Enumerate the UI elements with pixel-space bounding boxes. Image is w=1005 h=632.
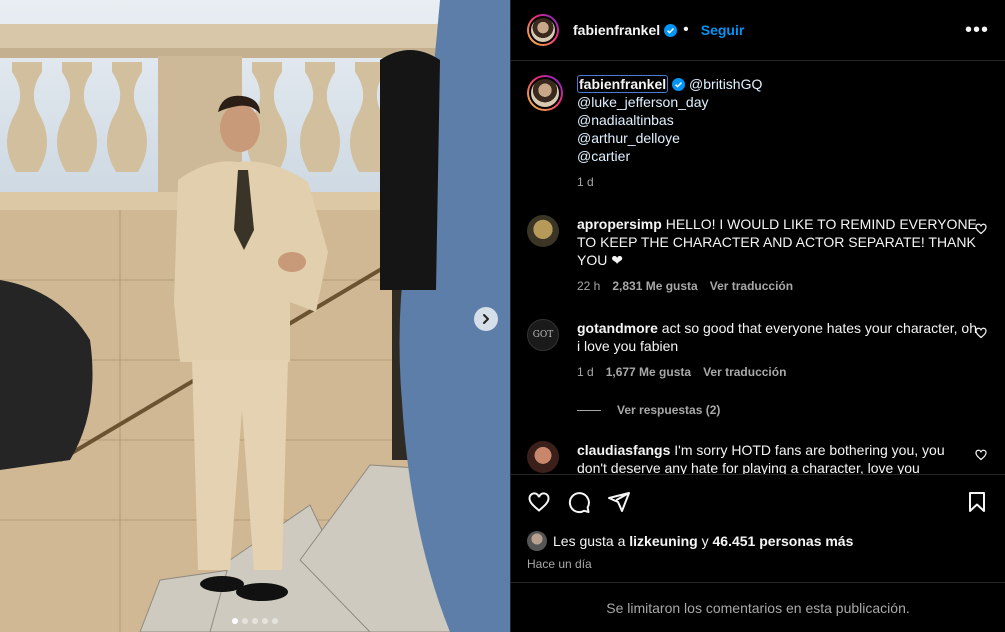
comment-time: 1 d (577, 365, 594, 379)
heart-icon[interactable] (975, 327, 987, 339)
view-replies-label: Ver respuestas (2) (617, 403, 721, 417)
carousel-indicator (0, 618, 510, 624)
liker-avatar[interactable] (527, 531, 547, 551)
comment-item: apropersimp HELLO! I WOULD LIKE TO REMIN… (527, 215, 989, 295)
post-photo[interactable] (0, 0, 510, 632)
likes-prefix: Les gusta a (553, 533, 626, 549)
carousel-dot (272, 618, 278, 624)
view-replies-button[interactable]: Ver respuestas (2) (577, 403, 989, 417)
verified-badge-icon (672, 78, 686, 91)
verified-badge-icon (664, 23, 678, 37)
avatar[interactable] (527, 14, 559, 46)
mention-link[interactable]: @nadiaaltinbas (577, 112, 674, 128)
comment-likes[interactable]: 1,677 Me gusta (606, 363, 691, 381)
likes-others[interactable]: 46.451 personas más (713, 533, 854, 549)
comment-item: claudiasfangs I'm sorry HOTD fans are bo… (527, 441, 989, 474)
bookmark-save-icon[interactable] (965, 490, 989, 514)
comments-limited-notice: Se limitaron los comentarios en esta pub… (511, 582, 1005, 632)
carousel-dot (252, 618, 258, 624)
instagram-post-modal: fabienfrankel • Seguir ••• fabienfrankel… (0, 0, 1005, 632)
comment-avatar[interactable] (527, 215, 559, 247)
post-timestamp[interactable]: Hace un día (527, 557, 989, 571)
photo-scene (0, 0, 510, 632)
comments-list[interactable]: fabienfrankel @britishGQ @luke_jefferson… (511, 61, 1005, 474)
header-username[interactable]: fabienfrankel (573, 22, 660, 38)
likes-summary: Les gusta a lizkeuning y 46.451 personas… (527, 531, 989, 551)
comment-username[interactable]: claudiasfangs (577, 442, 670, 458)
next-photo-button[interactable] (474, 307, 498, 331)
like-heart-icon[interactable] (527, 490, 551, 514)
comment-avatar[interactable]: GOT (527, 319, 559, 351)
mention-link[interactable]: @arthur_delloye (577, 130, 680, 146)
heart-icon[interactable] (975, 223, 987, 235)
comment-avatar[interactable] (527, 441, 559, 473)
post-actions: Les gusta a lizkeuning y 46.451 personas… (511, 474, 1005, 571)
caption-avatar[interactable] (527, 75, 563, 111)
share-send-icon[interactable] (607, 490, 631, 514)
comment-likes[interactable]: 2,831 Me gusta (612, 277, 697, 295)
carousel-dot (232, 618, 238, 624)
post-header: fabienfrankel • Seguir ••• (511, 0, 1005, 61)
liker-username[interactable]: lizkeuning (629, 533, 697, 549)
comment-username[interactable]: apropersimp (577, 216, 662, 232)
more-options-icon[interactable]: ••• (965, 20, 989, 40)
comment-item: GOT gotandmore act so good that everyone… (527, 319, 989, 381)
chevron-right-icon (483, 314, 489, 324)
mention-link[interactable]: @cartier (577, 148, 630, 164)
carousel-dot (262, 618, 268, 624)
post-caption: fabienfrankel @britishGQ @luke_jefferson… (527, 75, 989, 191)
mention-link[interactable]: @luke_jefferson_day (577, 94, 708, 110)
carousel-dot (242, 618, 248, 624)
heart-icon[interactable] (975, 449, 987, 461)
mention-link[interactable]: @britishGQ (689, 76, 762, 92)
comment-time: 22 h (577, 279, 601, 293)
post-side-panel: fabienfrankel • Seguir ••• fabienfrankel… (510, 0, 1005, 632)
comment-username[interactable]: gotandmore (577, 320, 658, 336)
follow-button[interactable]: Seguir (701, 22, 745, 38)
see-translation-link[interactable]: Ver traducción (710, 277, 793, 295)
header-separator: • (683, 21, 689, 38)
likes-connector: y (701, 533, 709, 549)
see-translation-link[interactable]: Ver traducción (703, 363, 786, 381)
caption-author[interactable]: fabienfrankel (577, 75, 669, 93)
caption-time: 1 d (577, 175, 594, 189)
comment-bubble-icon[interactable] (567, 490, 591, 514)
